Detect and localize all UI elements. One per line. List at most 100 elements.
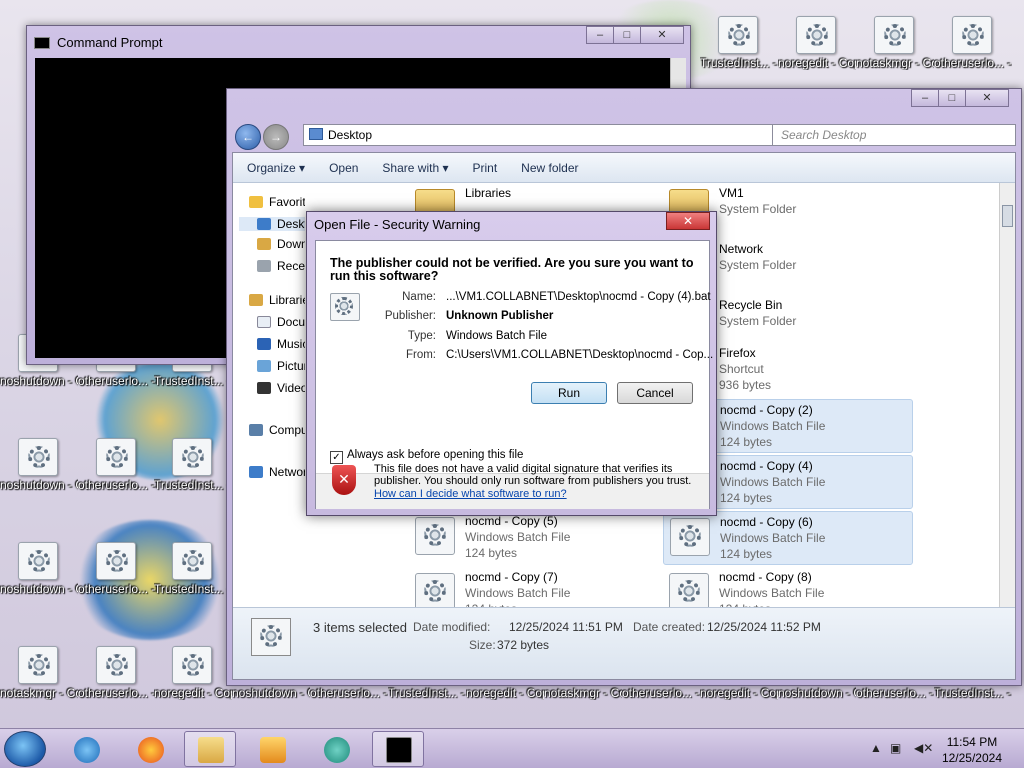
file-item[interactable]: nocmd - Copy (6) Windows Batch File 124 by… [663, 511, 913, 565]
dialog-body: The publisher could not be verified. Are… [315, 240, 713, 509]
always-ask-checkbox[interactable]: ✓ Always ask before opening this file [330, 449, 523, 464]
recent-icon [257, 260, 271, 272]
vertical-scrollbar[interactable] [999, 183, 1015, 615]
share-with-button[interactable]: Share with ▾ [382, 161, 448, 175]
run-button[interactable]: Run [531, 382, 607, 404]
desktop-icon[interactable]: otheruserlo... - Copy (19) [934, 8, 1012, 84]
nav-recent[interactable]: Recent Places [257, 259, 305, 273]
documents-icon [257, 316, 271, 328]
window-title: Command Prompt [57, 35, 163, 50]
nav-videos[interactable]: Videos [257, 381, 305, 395]
network-tray-icon[interactable]: ▣ [890, 741, 901, 755]
close-button[interactable]: ✕ [965, 89, 1009, 107]
taskbar: ▲ ▣ ◀✕ 11:54 PM 12/25/2024 [0, 728, 1024, 768]
star-icon [249, 196, 263, 208]
nav-documents[interactable]: Documents [257, 315, 305, 329]
security-warning-dialog[interactable]: Open File - Security Warning ✕ The publi… [306, 211, 717, 516]
batch-file-icon [28, 446, 50, 468]
desktop-icon[interactable]: otheruserlo... - Copy (23) [78, 638, 156, 714]
downloads-icon [257, 238, 271, 250]
file-item[interactable]: nocmd - Copy (5) Windows Batch File 124 by… [409, 511, 659, 565]
desktop-icon[interactable]: noregedit - Copy (18) [778, 8, 856, 84]
taskbar-cmd[interactable] [372, 731, 424, 767]
batch-file-icon [182, 654, 204, 676]
start-button[interactable] [4, 731, 46, 767]
batch-file-icon [884, 24, 906, 46]
dialog-title: Open File - Security Warning [314, 217, 481, 232]
scroll-thumb[interactable] [1002, 205, 1013, 227]
taskbar-app[interactable] [310, 731, 362, 767]
checkmark-icon: ✓ [330, 451, 343, 464]
desktop-icon[interactable]: noregedit - Copy (2) [154, 638, 232, 714]
selection-count: 3 items selected [313, 620, 407, 635]
search-input[interactable]: Search Desktop [772, 124, 1016, 146]
batch-file-icon [106, 654, 128, 676]
shield-warning-icon: ✕ [332, 465, 356, 495]
help-link[interactable]: How can I decide what software to run? [374, 488, 567, 500]
show-hidden-icons[interactable]: ▲ [870, 741, 882, 755]
batch-file-icon [670, 518, 710, 556]
back-button[interactable]: ← [235, 124, 261, 150]
taskbar-firefox[interactable] [124, 731, 176, 767]
print-button[interactable]: Print [472, 161, 497, 175]
desktop-icon[interactable]: otheruserlo... - Copy (16) [78, 534, 156, 610]
minimize-button[interactable]: – [911, 89, 939, 107]
minimize-button[interactable]: – [586, 26, 614, 44]
desktop-icon[interactable]: otheruserlo... - Copy (9) [78, 430, 156, 506]
batch-file-icon [182, 446, 204, 468]
batch-file-icon [106, 446, 128, 468]
desktop-icon[interactable]: TrustedInst... - Copy (7) [700, 8, 778, 84]
folder-icon [309, 128, 323, 140]
nav-network[interactable]: Network [249, 465, 305, 479]
batch-file-icon [28, 550, 50, 572]
batch-file-icon [962, 24, 984, 46]
nav-desktop[interactable]: Desktop [239, 217, 305, 231]
close-button[interactable]: ✕ [666, 212, 710, 230]
nav-pictures[interactable]: Pictures [257, 359, 305, 373]
desktop-icon [257, 218, 271, 230]
desktop-icon[interactable]: TrustedInst... - Copy (26) [154, 430, 232, 506]
window-controls: – □ ✕ [586, 26, 684, 44]
window-controls: – □ ✕ [911, 89, 1009, 107]
maximize-button[interactable]: □ [938, 89, 966, 107]
nav-favorites[interactable]: Favorites [249, 195, 305, 209]
computer-icon [249, 424, 263, 436]
batch-file-icon [806, 24, 828, 46]
desktop-icon[interactable]: TrustedInst... - Copy (33) [154, 534, 232, 610]
open-button[interactable]: Open [329, 161, 358, 175]
batch-file-icon [728, 24, 750, 46]
nav-music[interactable]: Music [257, 337, 305, 351]
cancel-button[interactable]: Cancel [617, 382, 693, 404]
clock[interactable]: 11:54 PM 12/25/2024 [942, 734, 1002, 766]
nav-downloads[interactable]: Downloads [257, 237, 305, 251]
nav-libraries[interactable]: Libraries [249, 293, 305, 307]
batch-file-icon [106, 550, 128, 572]
taskbar-media-player[interactable] [246, 731, 298, 767]
library-icon [249, 294, 263, 306]
close-button[interactable]: ✕ [640, 26, 684, 44]
desktop-icon[interactable]: noshutdown - Copy (21) [0, 534, 78, 610]
media-player-icon [260, 737, 286, 763]
batch-file-icon [251, 618, 291, 656]
maximize-button[interactable]: □ [613, 26, 641, 44]
desktop-icon[interactable]: notaskmgr - Copy (2) [856, 8, 934, 84]
cmd-icon [34, 37, 50, 49]
batch-file-icon [669, 573, 709, 611]
batch-file-icon [28, 654, 50, 676]
taskbar-explorer[interactable] [184, 731, 236, 767]
warning-text: This file does not have a valid digital … [374, 463, 692, 487]
dialog-heading: The publisher could not be verified. Are… [330, 256, 694, 283]
volume-muted-icon[interactable]: ◀✕ [914, 741, 933, 755]
batch-file-icon [415, 517, 455, 555]
desktop-icon[interactable]: notaskmgr - Copy (6) [0, 638, 78, 714]
music-icon [257, 338, 271, 350]
organize-button[interactable]: Organize ▾ [247, 161, 305, 175]
cmd-icon [386, 737, 412, 763]
forward-button[interactable]: → [263, 124, 289, 150]
firefox-icon [138, 737, 164, 763]
nav-computer[interactable]: Computer [249, 423, 305, 437]
network-icon [249, 466, 263, 478]
desktop-icon[interactable]: noshutdown - Copy (24) [0, 430, 78, 506]
new-folder-button[interactable]: New folder [521, 161, 578, 175]
taskbar-ie[interactable] [60, 731, 112, 767]
